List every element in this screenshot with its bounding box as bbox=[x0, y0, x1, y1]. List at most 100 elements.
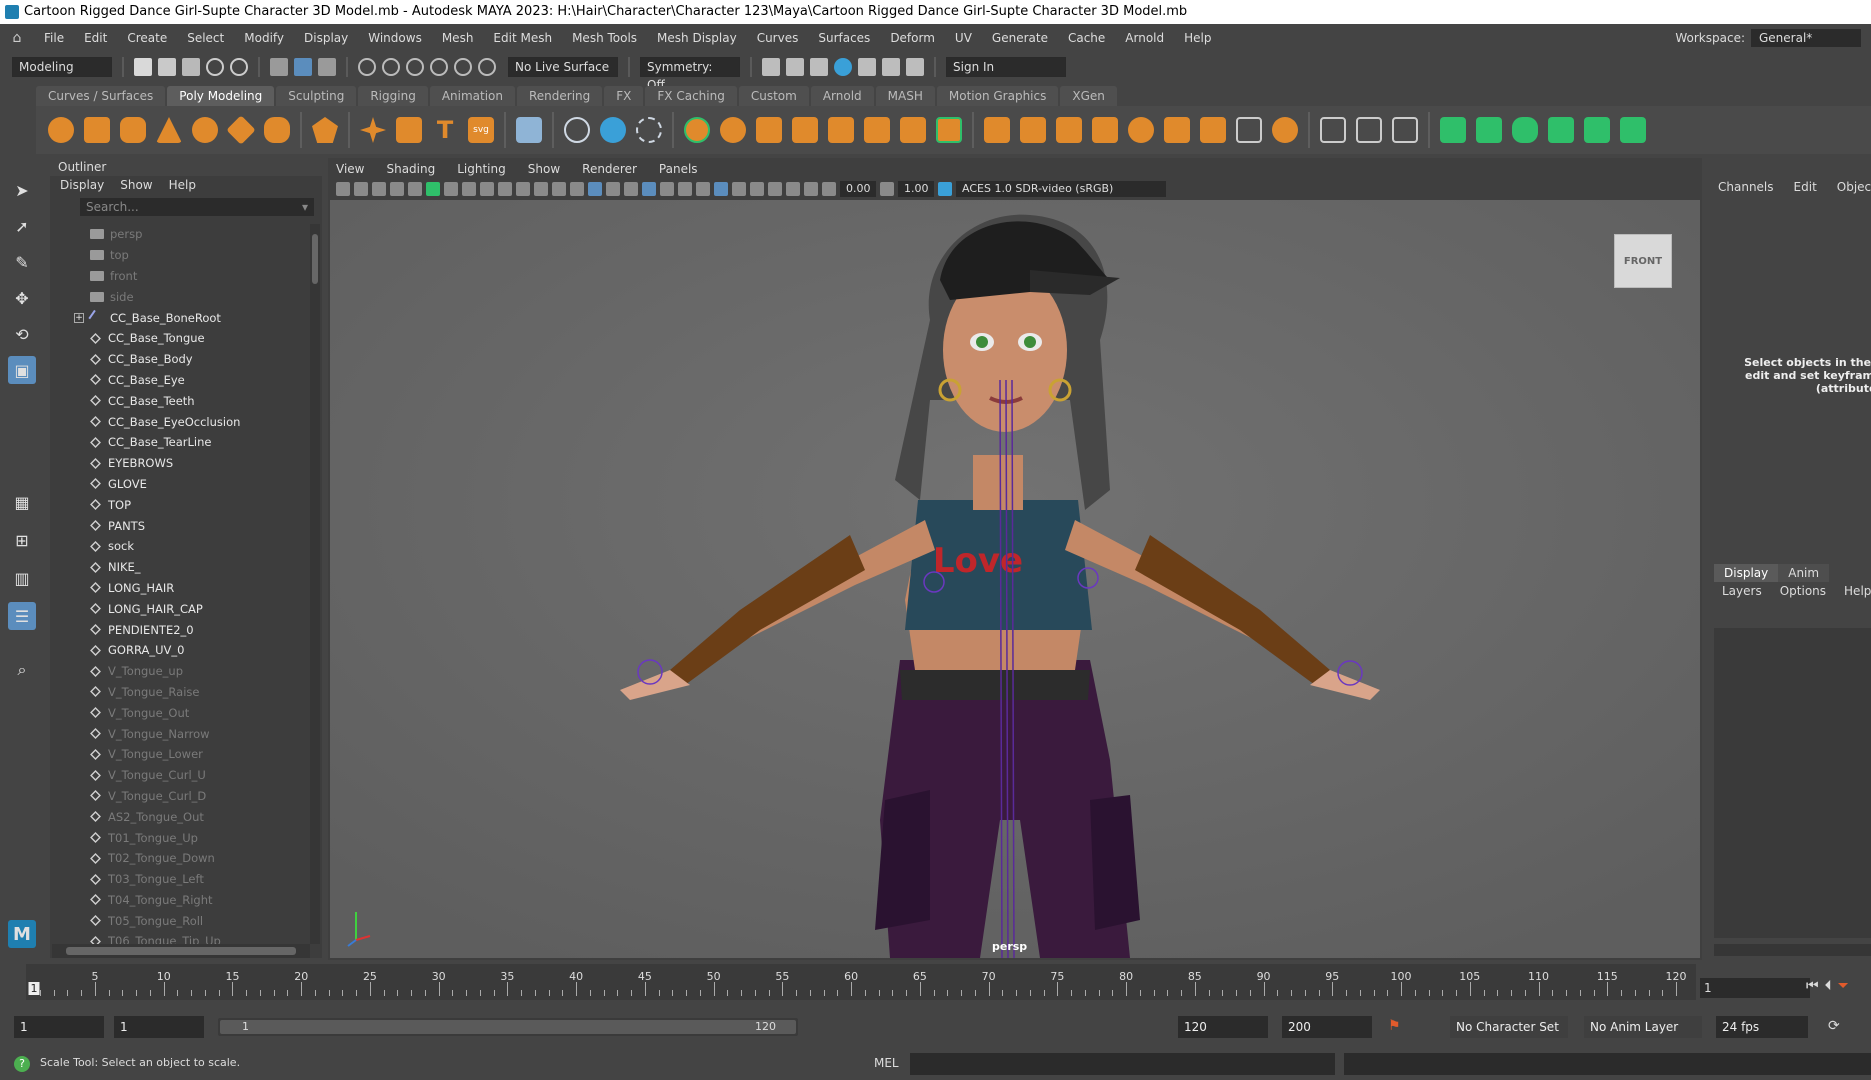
menu-edit[interactable]: Edit bbox=[74, 31, 117, 45]
frame-selection-icon[interactable] bbox=[804, 182, 818, 196]
menu-select[interactable]: Select bbox=[177, 31, 234, 45]
chevron-down-icon[interactable]: ▾ bbox=[302, 198, 308, 216]
combine-icon[interactable] bbox=[684, 117, 710, 143]
outliner-item[interactable]: V_Tongue_Raise bbox=[50, 682, 312, 703]
safe-title-icon[interactable] bbox=[552, 182, 566, 196]
hypershade-icon[interactable] bbox=[858, 58, 876, 76]
outliner-item[interactable]: GLOVE bbox=[50, 474, 312, 495]
menu-cache[interactable]: Cache bbox=[1058, 31, 1115, 45]
outliner-horizontal-scrollbar[interactable] bbox=[52, 944, 310, 958]
shelf-tab-arnold[interactable]: Arnold bbox=[810, 86, 874, 106]
frame-all-icon[interactable] bbox=[786, 182, 800, 196]
outliner-item[interactable]: T05_Tongue_Roll bbox=[50, 910, 312, 931]
sweep-mesh-icon[interactable] bbox=[396, 117, 422, 143]
shelf-tab-custom[interactable]: Custom bbox=[738, 86, 809, 106]
step-back-icon[interactable]: ⏴ bbox=[1825, 978, 1832, 994]
four-view-layout-icon[interactable]: ⊞ bbox=[8, 526, 36, 554]
film-gate-icon[interactable] bbox=[462, 182, 476, 196]
menu-mesh[interactable]: Mesh bbox=[432, 31, 484, 45]
platonic-solid-icon[interactable] bbox=[312, 117, 338, 143]
render-settings-icon[interactable] bbox=[834, 58, 852, 76]
outliner-item[interactable]: side bbox=[50, 286, 312, 307]
wedge-icon[interactable] bbox=[1128, 117, 1154, 143]
shelf-tab-curves-surfaces[interactable]: Curves / Surfaces bbox=[36, 86, 166, 106]
menu-modify[interactable]: Modify bbox=[234, 31, 294, 45]
outliner-item[interactable]: CC_Base_EyeOcclusion bbox=[50, 411, 312, 432]
image-plane-icon[interactable] bbox=[390, 182, 404, 196]
bridge-icon[interactable] bbox=[864, 117, 890, 143]
menu-uv[interactable]: UV bbox=[945, 31, 982, 45]
outliner-item[interactable]: persp bbox=[50, 224, 312, 245]
auto-key-icon[interactable]: ⚑ bbox=[1388, 1018, 1401, 1034]
grid-toggle-icon[interactable] bbox=[444, 182, 458, 196]
current-frame-field[interactable]: 1 bbox=[1700, 978, 1810, 998]
snap-together-icon[interactable] bbox=[600, 117, 626, 143]
open-scene-icon[interactable] bbox=[158, 58, 176, 76]
symmetry-dropdown[interactable]: Symmetry: Off bbox=[640, 57, 740, 92]
gamma-field[interactable]: 1.00 bbox=[898, 181, 934, 197]
shelf-tab-fx[interactable]: FX bbox=[604, 86, 644, 106]
viewport-menu-renderer[interactable]: Renderer bbox=[582, 160, 637, 178]
time-slider-track[interactable]: 5 10 15 20 25 30 35 40 45 50 55 60 65 70 75 80 85 90 95 100… bbox=[26, 964, 1696, 1000]
poke-icon[interactable] bbox=[1092, 117, 1118, 143]
snap-surface-icon[interactable] bbox=[454, 58, 472, 76]
menu-mesh-display[interactable]: Mesh Display bbox=[647, 31, 747, 45]
poly-plane-icon[interactable] bbox=[226, 115, 256, 145]
outliner-item[interactable]: NIKE_ bbox=[50, 557, 312, 578]
fps-dropdown[interactable]: 24 fps bbox=[1716, 1016, 1808, 1038]
menu-display[interactable]: Display bbox=[294, 31, 358, 45]
menu-windows[interactable]: Windows bbox=[358, 31, 432, 45]
search-icon[interactable]: ⌕ bbox=[8, 656, 36, 684]
range-bar[interactable]: 1 120 bbox=[218, 1018, 798, 1036]
select-tool-icon[interactable]: ➤ bbox=[8, 176, 36, 204]
menu-help[interactable]: Help bbox=[1174, 31, 1221, 45]
svg-tool-icon[interactable]: svg bbox=[468, 117, 494, 143]
shelf-tab-rendering[interactable]: Rendering bbox=[517, 86, 603, 106]
render-view-icon[interactable] bbox=[882, 58, 900, 76]
outliner-item[interactable]: GORRA_UV_0 bbox=[50, 640, 312, 661]
animation-end-field[interactable]: 200 bbox=[1282, 1016, 1372, 1038]
outliner-menu-help[interactable]: Help bbox=[169, 176, 196, 194]
go-to-start-icon[interactable]: ⏮ bbox=[1806, 978, 1819, 994]
outliner-item[interactable]: CC_Base_Teeth bbox=[50, 390, 312, 411]
poly-cone-icon[interactable] bbox=[156, 117, 182, 143]
outliner-item[interactable]: EYEBROWS bbox=[50, 453, 312, 474]
playback-start-field[interactable]: 1 bbox=[114, 1016, 204, 1038]
perspective-viewport[interactable]: Love bbox=[330, 200, 1700, 958]
snap-curve-icon[interactable] bbox=[382, 58, 400, 76]
shelf-tab-xgen[interactable]: XGen bbox=[1060, 86, 1117, 106]
outliner-item[interactable]: CC_Base_Body bbox=[50, 349, 312, 370]
render-history-icon[interactable] bbox=[762, 58, 780, 76]
scrollbar-thumb[interactable] bbox=[66, 947, 296, 955]
outliner-item[interactable]: front bbox=[50, 266, 312, 287]
poly-disc-icon[interactable] bbox=[264, 117, 290, 143]
anim-layer-dropdown[interactable]: No Anim Layer bbox=[1584, 1016, 1702, 1038]
menu-generate[interactable]: Generate bbox=[982, 31, 1058, 45]
viewport-menu-shading[interactable]: Shading bbox=[386, 160, 435, 178]
wireframe-icon[interactable] bbox=[570, 182, 584, 196]
measure-icon[interactable] bbox=[564, 117, 590, 143]
current-time-marker[interactable]: 1 bbox=[28, 982, 40, 995]
resolution-gate-icon[interactable] bbox=[480, 182, 494, 196]
poly-cylinder-icon[interactable] bbox=[120, 117, 146, 143]
safe-action-icon[interactable] bbox=[534, 182, 548, 196]
outliner-item[interactable]: V_Tongue_Curl_U bbox=[50, 765, 312, 786]
lights-icon[interactable] bbox=[660, 182, 674, 196]
shelf-tab-fx-caching[interactable]: FX Caching bbox=[645, 86, 737, 106]
shelf-tab-sculpting[interactable]: Sculpting bbox=[276, 86, 357, 106]
outliner-layout-icon[interactable]: ☰ bbox=[8, 602, 36, 630]
unfold-icon[interactable] bbox=[1584, 117, 1610, 143]
outliner-item[interactable]: V_Tongue_Curl_D bbox=[50, 786, 312, 807]
grease-pencil-icon[interactable] bbox=[426, 182, 440, 196]
layer-tab-anim[interactable]: Anim bbox=[1778, 564, 1830, 582]
select-camera-icon[interactable] bbox=[768, 182, 782, 196]
connect-icon[interactable] bbox=[1272, 117, 1298, 143]
hud-icon[interactable] bbox=[750, 182, 764, 196]
smooth-icon[interactable] bbox=[756, 117, 782, 143]
field-chart-icon[interactable] bbox=[516, 182, 530, 196]
ambient-occlusion-icon[interactable] bbox=[696, 182, 710, 196]
outliner-item[interactable]: T02_Tongue_Down bbox=[50, 848, 312, 869]
slide-edge-icon[interactable] bbox=[1356, 117, 1382, 143]
viewport-menu-panels[interactable]: Panels bbox=[659, 160, 698, 178]
menu-file[interactable]: File bbox=[34, 31, 74, 45]
